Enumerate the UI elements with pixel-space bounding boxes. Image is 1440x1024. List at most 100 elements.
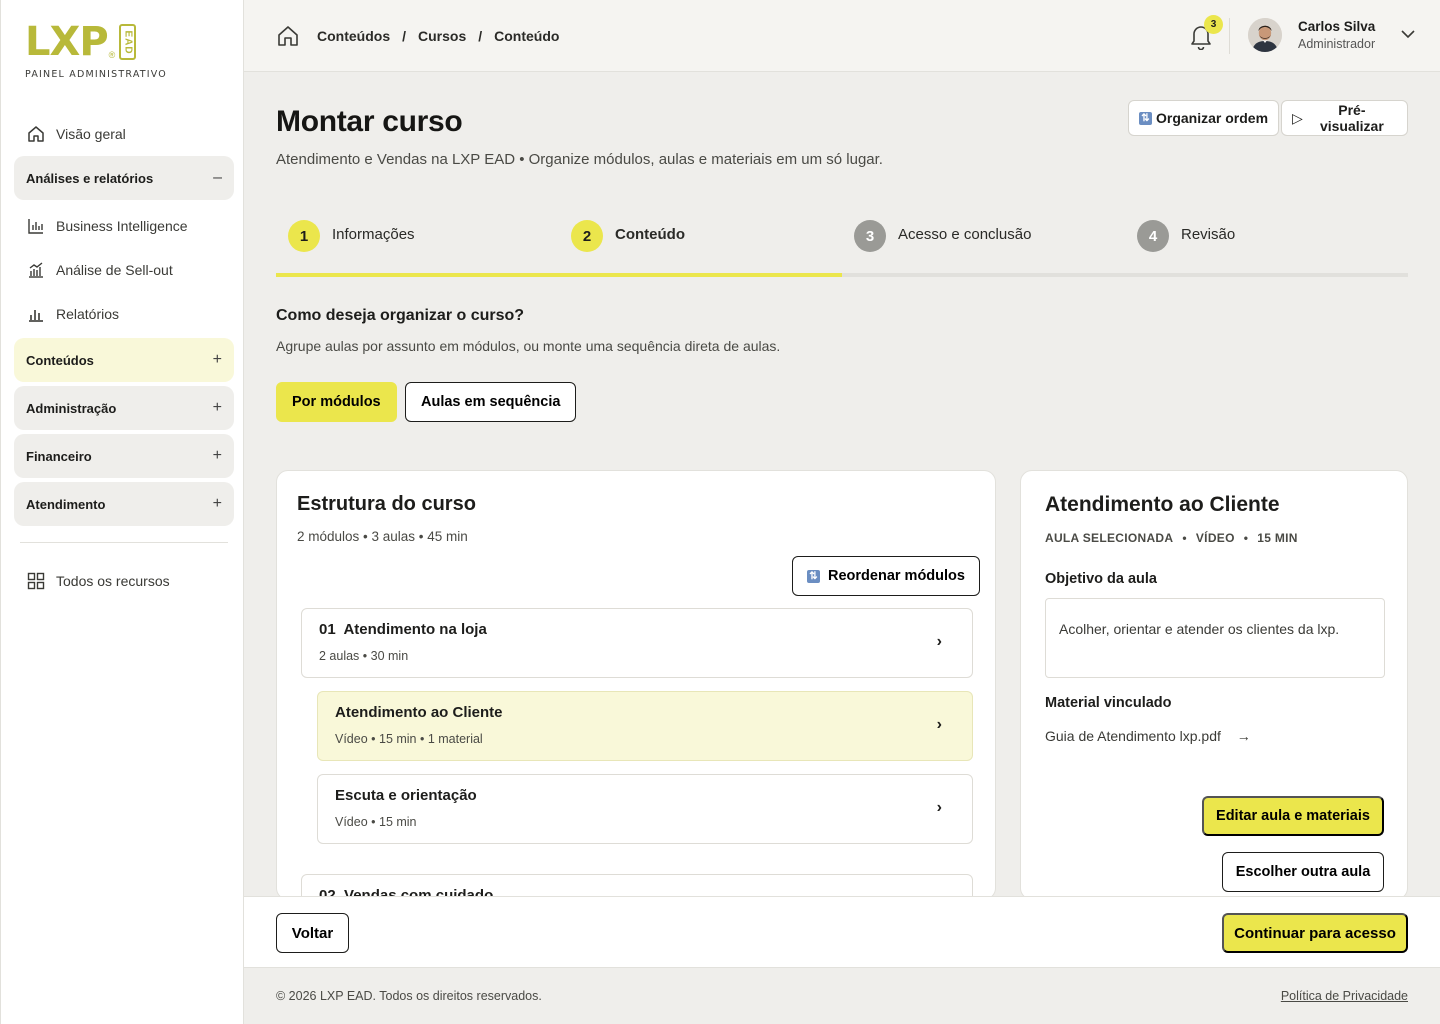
sort-icon: ⇅ <box>807 569 820 583</box>
tag-duration: 15 MIN <box>1257 531 1298 545</box>
copyright: © 2026 LXP EAD. Todos os direitos reserv… <box>276 989 542 1003</box>
logo-text: LXP <box>25 19 109 65</box>
sidebar-group-financial[interactable]: Financeiro + <box>14 434 234 478</box>
page-subtitle: Atendimento e Vendas na LXP EAD • Organi… <box>276 151 883 168</box>
page-footer: © 2026 LXP EAD. Todos os direitos reserv… <box>276 989 1408 1003</box>
back-button[interactable]: Voltar <box>276 913 349 953</box>
report-chart-icon <box>26 304 46 324</box>
preview-button[interactable]: ▷ Pré-visualizar <box>1281 100 1408 136</box>
sidebar-group-label: Administração <box>26 400 117 416</box>
objective-field[interactable]: Acolher, orientar e atender os clientes … <box>1045 598 1385 678</box>
trend-chart-icon <box>26 260 46 280</box>
lesson-meta: Vídeo • 15 min <box>335 815 417 829</box>
step-progress-bar <box>559 273 842 277</box>
step-label: Informações <box>332 226 415 243</box>
expand-icon: + <box>212 447 222 464</box>
sidebar-nav: Visão geral Análises e relatórios – Busi… <box>14 112 234 603</box>
topbar-divider <box>1229 18 1230 54</box>
lesson-tags: AULA SELECIONADA • VÍDEO • 15 MIN <box>1045 531 1298 545</box>
collapse-icon: – <box>213 169 222 186</box>
step-label: Conteúdo <box>615 226 685 243</box>
user-role: Administrador <box>1298 37 1376 51</box>
lesson-row[interactable]: Escuta e orientação Vídeo • 15 min › <box>317 774 973 844</box>
sidebar-item-overview[interactable]: Visão geral <box>14 112 234 156</box>
bar-chart-icon <box>26 216 46 236</box>
edit-lesson-button[interactable]: Editar aula e materiais <box>1202 796 1384 836</box>
breadcrumb-item[interactable]: Cursos <box>418 28 466 44</box>
sidebar-group-analytics[interactable]: Análises e relatórios – <box>14 156 234 200</box>
user-name: Carlos Silva <box>1298 19 1376 34</box>
step-progress-bar <box>842 273 1125 277</box>
logo-tagline: PAINEL ADMINISTRATIVO <box>25 69 167 80</box>
breadcrumb: Conteúdos / Cursos / Conteúdo <box>276 24 559 48</box>
course-structure-card: Estrutura do curso 2 módulos • 3 aulas •… <box>276 470 996 900</box>
logo-badge: EAD <box>119 24 137 60</box>
step-acesso[interactable]: 3 Acesso e conclusão <box>842 215 1125 277</box>
sidebar-group-support[interactable]: Atendimento + <box>14 482 234 526</box>
sidebar-item-bi[interactable]: Business Intelligence <box>14 204 234 248</box>
sidebar-item-sellout[interactable]: Análise de Sell-out <box>14 248 234 292</box>
page-title: Montar curso <box>276 105 463 138</box>
sort-icon: ⇅ <box>1139 111 1152 125</box>
chevron-right-icon: › <box>936 799 942 816</box>
continue-button[interactable]: Continuar para acesso <box>1222 913 1408 953</box>
organize-order-button[interactable]: ⇅ Organizar ordem <box>1128 100 1280 136</box>
home-icon <box>26 124 46 144</box>
sidebar-item-label: Todos os recursos <box>56 573 170 589</box>
lesson-row-selected[interactable]: Atendimento ao Cliente Vídeo • 15 min • … <box>317 691 973 761</box>
step-progress-bar <box>1125 273 1408 277</box>
step-progress-bar <box>276 273 559 277</box>
step-label: Revisão <box>1181 226 1236 243</box>
home-icon[interactable] <box>276 24 300 48</box>
breadcrumb-separator: / <box>478 28 483 44</box>
lesson-meta: Vídeo • 15 min • 1 material <box>335 732 483 746</box>
chevron-down-icon[interactable] <box>1401 26 1415 44</box>
module-row[interactable]: 01 Atendimento na loja 2 aulas • 30 min … <box>301 608 973 678</box>
step-number: 3 <box>854 220 886 252</box>
sidebar-item-label: Relatórios <box>56 306 120 322</box>
step-revisao[interactable]: 4 Revisão <box>1125 215 1408 277</box>
expand-icon: + <box>212 399 222 416</box>
sidebar-item-reports[interactable]: Relatórios <box>14 292 234 336</box>
material-label: Material vinculado <box>1045 695 1172 711</box>
brand-logo[interactable]: LXP ® EAD PAINEL ADMINISTRATIVO <box>25 22 185 84</box>
notification-badge: 3 <box>1204 15 1223 34</box>
step-informacoes[interactable]: 1 Informações <box>276 215 559 277</box>
top-bar: Conteúdos / Cursos / Conteúdo 3 Carlos S… <box>244 0 1440 72</box>
tag-type: VÍDEO <box>1195 531 1235 545</box>
by-modules-toggle[interactable]: Por módulos <box>276 382 397 422</box>
choose-other-lesson-button[interactable]: Escolher outra aula <box>1222 852 1384 892</box>
breadcrumb-current: Conteúdo <box>494 28 560 44</box>
stepper: 1 Informações 2 Conteúdo 3 Acesso e conc… <box>276 215 1408 277</box>
structure-meta: 2 módulos • 3 aulas • 45 min <box>297 529 468 544</box>
sidebar-group-contents[interactable]: Conteúdos + <box>14 338 234 382</box>
action-bar: Voltar Continuar para acesso <box>244 896 1440 968</box>
user-menu[interactable]: Carlos Silva Administrador <box>1248 18 1415 52</box>
breadcrumb-item[interactable]: Conteúdos <box>317 28 390 44</box>
reorder-modules-button[interactable]: ⇅ Reordenar módulos <box>792 556 980 596</box>
organize-question: Como deseja organizar o curso? <box>276 307 525 324</box>
organize-hint: Agrupe aulas por assunto em módulos, ou … <box>276 338 781 354</box>
structure-title: Estrutura do curso <box>297 493 476 515</box>
chevron-right-icon: › <box>936 716 942 733</box>
material-link[interactable]: Guia de Atendimento lxp.pdf → <box>1045 728 1251 744</box>
sidebar-group-label: Análises e relatórios <box>26 170 154 186</box>
notifications-button[interactable]: 3 <box>1188 15 1223 51</box>
expand-icon: + <box>212 351 222 368</box>
play-icon: ▷ <box>1292 109 1303 126</box>
sidebar-group-label: Atendimento <box>26 496 106 512</box>
step-number: 1 <box>288 220 320 252</box>
privacy-link[interactable]: Política de Privacidade <box>1281 989 1408 1003</box>
sidebar-item-label: Business Intelligence <box>56 218 188 234</box>
sidebar-item-all-resources[interactable]: Todos os recursos <box>14 559 234 603</box>
sidebar-group-label: Conteúdos <box>26 352 94 368</box>
chevron-right-icon: › <box>936 633 942 650</box>
sidebar-item-label: Análise de Sell-out <box>56 262 173 278</box>
material-file-name: Guia de Atendimento lxp.pdf <box>1045 728 1221 744</box>
sequence-toggle[interactable]: Aulas em sequência <box>405 382 577 422</box>
lesson-title: Escuta e orientação <box>335 787 477 804</box>
step-conteudo[interactable]: 2 Conteúdo <box>559 215 842 277</box>
sidebar-divider <box>20 542 228 543</box>
sidebar-group-administration[interactable]: Administração + <box>14 386 234 430</box>
step-number: 4 <box>1137 220 1169 252</box>
